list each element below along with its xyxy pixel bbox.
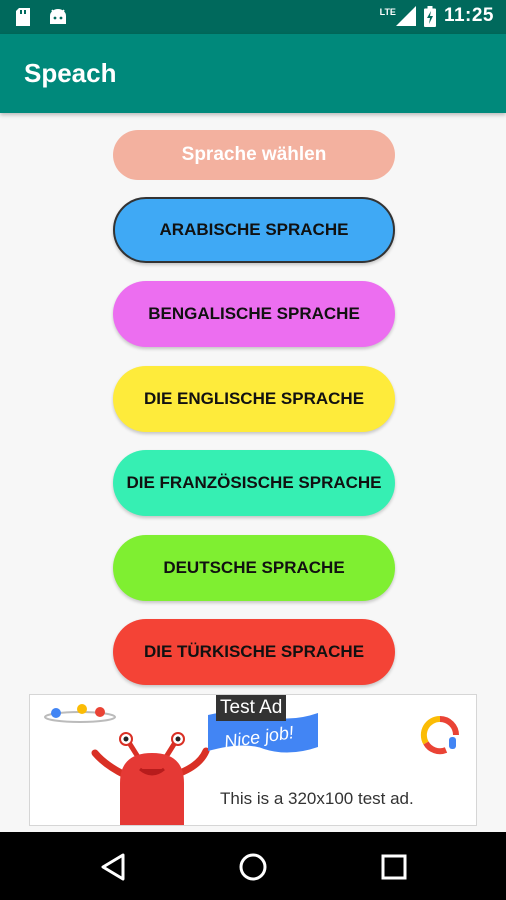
app-title: Speach <box>24 58 117 88</box>
arabic-language-button[interactable]: ARABISCHE SPRACHE <box>113 197 395 263</box>
status-time: 11:25 <box>443 5 494 26</box>
app-bar: Speach <box>0 34 506 113</box>
recents-icon[interactable] <box>377 850 411 884</box>
bengali-language-button[interactable]: BENGALISCHE SPRACHE <box>113 281 395 347</box>
navigation-bar <box>0 832 506 900</box>
select-language-button[interactable]: Sprache wählen <box>113 130 395 180</box>
german-language-button[interactable]: DEUTSCHE SPRACHE <box>113 535 395 601</box>
turkish-language-button[interactable]: DIE TÜRKISCHE SPRACHE <box>113 619 395 685</box>
english-language-button[interactable]: DIE ENGLISCHE SPRACHE <box>113 366 395 432</box>
back-icon[interactable] <box>97 850 131 884</box>
network-type-label: LTE <box>379 7 396 17</box>
test-ad-label: Test Ad <box>216 695 287 721</box>
french-language-button[interactable]: DIE FRANZÖSISCHE SPRACHE <box>113 450 395 516</box>
sd-card-icon <box>16 8 30 26</box>
status-bar: LTE 11:25 <box>0 0 506 34</box>
monster-illustration <box>44 704 210 825</box>
ad-banner[interactable]: Nice job! Test Ad This is a 320x100 test… <box>29 694 477 826</box>
home-icon[interactable] <box>236 850 270 884</box>
ad-logo-icon <box>420 715 459 755</box>
battery-icon <box>423 5 436 27</box>
android-icon <box>50 9 66 24</box>
signal-icon <box>395 6 416 26</box>
ad-description: This is a 320x100 test ad. <box>220 789 414 808</box>
